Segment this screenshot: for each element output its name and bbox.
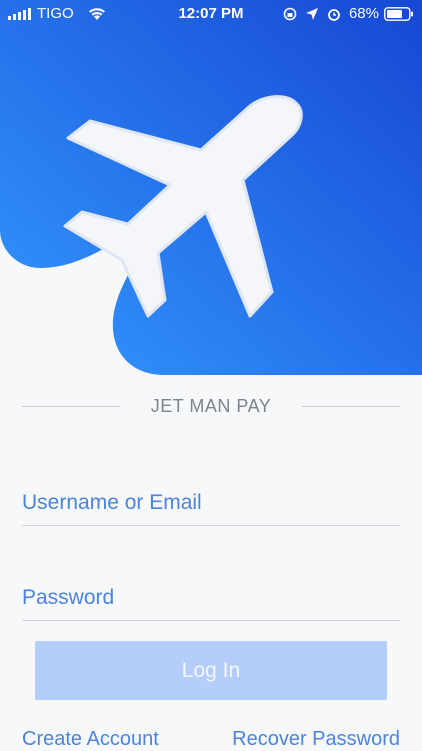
alarm-icon	[328, 8, 340, 21]
battery-percent: 68%	[348, 5, 379, 22]
username-input[interactable]	[22, 480, 400, 526]
password-input[interactable]	[22, 575, 400, 621]
battery-icon	[384, 6, 413, 21]
status-right: 68%	[275, 5, 414, 22]
create-account-link[interactable]: Create Account	[22, 728, 159, 751]
recover-password-link[interactable]: Recover Password	[232, 728, 400, 751]
status-bar: TIGO 12:07 PM 68%	[0, 0, 422, 28]
hero-background	[0, 0, 422, 375]
hero-banner: TIGO 12:07 PM 68%	[0, 0, 422, 375]
location-icon	[305, 7, 318, 20]
brand-header: JET MAN PAY	[22, 393, 400, 421]
login-button[interactable]: Log In	[35, 641, 387, 700]
screen-lock-icon	[283, 7, 297, 20]
divider-right	[302, 406, 400, 407]
